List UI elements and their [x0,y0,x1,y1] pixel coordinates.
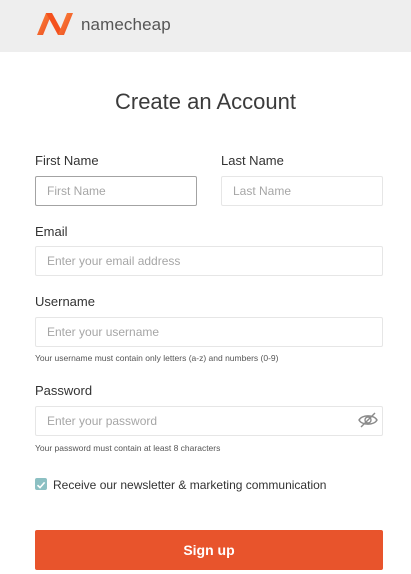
last-name-input[interactable] [221,176,383,206]
first-name-label: First Name [35,153,99,168]
last-name-label: Last Name [221,153,284,168]
site-header: namecheap [0,0,411,52]
page-title: Create an Account [114,89,296,114]
newsletter-label[interactable]: Receive our newsletter & marketing commu… [53,478,326,492]
sign-up-button[interactable]: Sign up [35,530,383,570]
namecheap-logo-icon[interactable] [35,11,75,37]
password-input[interactable] [35,406,383,436]
eye-slash-icon[interactable] [358,411,378,429]
checkmark-icon [36,481,46,489]
username-label: Username [35,294,95,309]
first-name-input[interactable] [35,176,197,206]
username-input[interactable] [35,317,383,347]
password-hint: Your password must contain at least 8 ch… [35,443,221,453]
brand-name: namecheap [81,15,171,34]
email-label: Email [35,224,68,239]
password-label: Password [35,383,93,398]
newsletter-checkbox[interactable] [35,478,47,490]
email-input[interactable] [35,246,383,276]
username-hint: Your username must contain only letters … [35,353,279,363]
